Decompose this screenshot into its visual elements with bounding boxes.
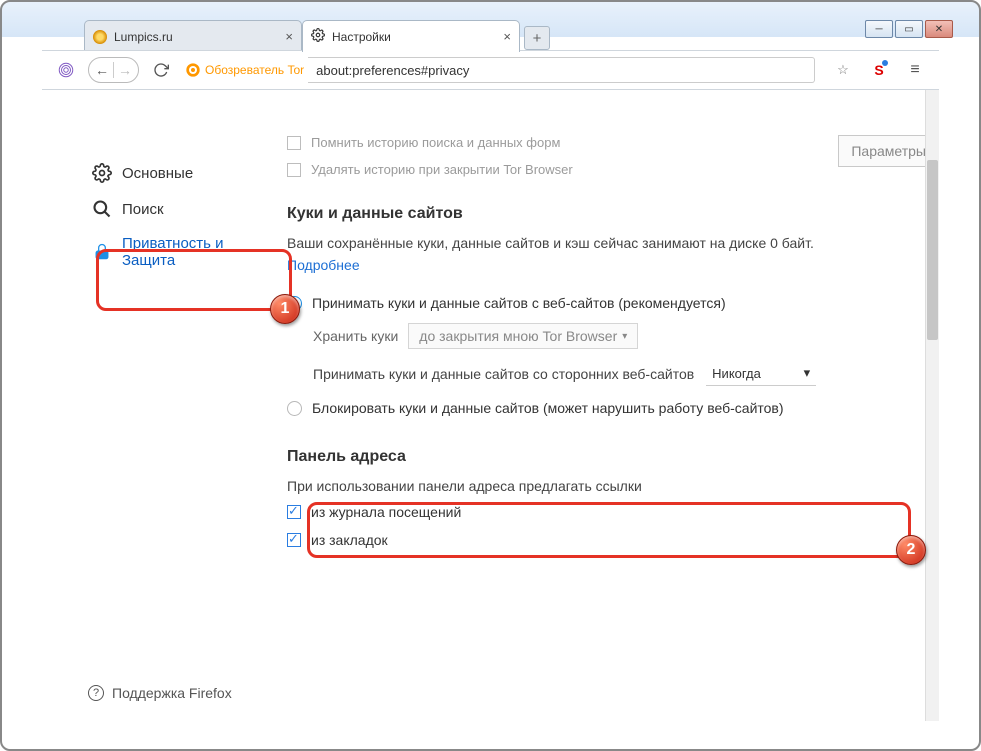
forward-button[interactable]: →: [114, 62, 136, 78]
onion-icon[interactable]: [52, 56, 80, 84]
tab-strip: Lumpics.ru × Настройки × +: [84, 18, 550, 52]
settings-button[interactable]: Параметры: [838, 135, 939, 167]
menu-button[interactable]: ≡: [901, 56, 929, 84]
bookmarks-label: из закладок: [311, 532, 388, 548]
reload-button[interactable]: [147, 56, 175, 84]
tab-label: Настройки: [332, 30, 391, 44]
main-panel: Помнить историю поиска и данных форм Уда…: [257, 90, 939, 721]
app-window: ─ ▭ ✕ Lumpics.ru × Настройки × + ← →: [0, 0, 981, 751]
back-button[interactable]: ←: [91, 62, 113, 78]
addressbar-description: При использовании панели адреса предлага…: [287, 478, 929, 494]
tor-label-text: Обозреватель Tor: [205, 63, 304, 77]
third-party-value: Никогда: [712, 366, 761, 381]
cookies-description: Ваши сохранённые куки, данные сайтов и к…: [287, 235, 929, 251]
minimize-button[interactable]: ─: [865, 20, 893, 38]
scrollbar-thumb[interactable]: [927, 160, 938, 340]
chevron-down-icon: ▾: [804, 365, 811, 381]
keep-cookies-label: Хранить куки: [313, 328, 398, 344]
sidebar-item-general[interactable]: Основные: [88, 155, 257, 191]
third-party-row: Принимать куки и данные сайтов со сторон…: [313, 361, 929, 386]
remember-search-label: Помнить историю поиска и данных форм: [311, 135, 560, 150]
annotation-badge-2: 2: [896, 535, 926, 565]
address-wrap: Обозреватель Tor about:preferences#priva…: [183, 57, 815, 83]
sidebar-item-label: Основные: [122, 165, 193, 182]
accept-cookies-row: Принимать куки и данные сайтов с веб-сай…: [287, 295, 929, 311]
tab-label: Lumpics.ru: [114, 30, 173, 44]
bookmarks-suggest-row: из закладок: [287, 532, 929, 548]
support-label: Поддержка Firefox: [112, 685, 232, 701]
sidebar-item-search[interactable]: Поиск: [88, 191, 257, 227]
url-text: about:preferences#privacy: [316, 63, 469, 78]
clear-on-close-row: Удалять историю при закрытии Tor Browser: [287, 162, 929, 177]
support-link[interactable]: ? Поддержка Firefox: [88, 685, 232, 701]
nav-arrows: ← →: [88, 57, 139, 83]
checkbox-bookmarks[interactable]: [287, 533, 301, 547]
favicon-onion-icon: [93, 30, 107, 44]
tab-close-icon[interactable]: ×: [285, 29, 293, 44]
tab-close-icon[interactable]: ×: [503, 29, 511, 44]
cookies-heading: Куки и данные сайтов: [287, 205, 929, 223]
clear-on-close-label: Удалять историю при закрытии Tor Browser: [311, 162, 573, 177]
checkbox-remember-search[interactable]: [287, 136, 301, 150]
identity-box[interactable]: Обозреватель Tor: [185, 62, 304, 78]
block-cookies-row: Блокировать куки и данные сайтов (может …: [287, 400, 929, 416]
checkbox-history[interactable]: [287, 505, 301, 519]
close-button[interactable]: ✕: [925, 20, 953, 38]
sidebar-item-privacy[interactable]: Приватность и Защита: [88, 227, 257, 277]
sidebar-item-label: Поиск: [122, 201, 164, 218]
content-area: Основные Поиск Приватность и Защита ? По…: [42, 90, 939, 721]
remember-search-row: Помнить историю поиска и данных форм: [287, 135, 929, 150]
keep-cookies-value: до закрытия мною Tor Browser: [419, 328, 617, 344]
favicon-gear-icon: [311, 28, 325, 45]
chevron-down-icon: ▾: [622, 331, 627, 342]
third-party-select[interactable]: Никогда ▾: [706, 361, 816, 386]
toolbar: ← → Обозреватель Tor about:preferences#p…: [42, 50, 939, 90]
history-label: из журнала посещений: [311, 504, 461, 520]
learn-more-link[interactable]: Подробнее: [287, 257, 929, 273]
url-bar[interactable]: about:preferences#privacy: [308, 57, 815, 83]
bookmark-star-icon[interactable]: ☆: [829, 56, 857, 84]
sidebar: Основные Поиск Приватность и Защита ? По…: [42, 90, 257, 721]
new-tab-button[interactable]: +: [524, 26, 550, 50]
keep-cookies-select[interactable]: до закрытия мною Tor Browser ▾: [408, 323, 638, 349]
keep-cookies-row: Хранить куки до закрытия мною Tor Browse…: [313, 323, 929, 349]
tab-settings[interactable]: Настройки ×: [302, 20, 520, 52]
block-cookies-label: Блокировать куки и данные сайтов (может …: [312, 400, 784, 416]
scrollbar[interactable]: [925, 90, 939, 721]
accept-cookies-label: Принимать куки и данные сайтов с веб-сай…: [312, 295, 726, 311]
maximize-button[interactable]: ▭: [895, 20, 923, 38]
history-suggest-row: из журнала посещений: [287, 504, 929, 520]
addressbar-heading: Панель адреса: [287, 448, 929, 466]
annotation-badge-1: 1: [270, 294, 300, 324]
sidebar-item-label: Приватность и Защита: [122, 235, 253, 269]
third-party-label: Принимать куки и данные сайтов со сторон…: [313, 366, 694, 382]
noscript-icon[interactable]: S: [865, 56, 893, 84]
checkbox-clear-on-close[interactable]: [287, 163, 301, 177]
radio-block-cookies[interactable]: [287, 401, 302, 416]
help-icon: ?: [88, 685, 104, 701]
window-controls: ─ ▭ ✕: [865, 20, 953, 38]
tab-lumpics[interactable]: Lumpics.ru ×: [84, 20, 302, 52]
